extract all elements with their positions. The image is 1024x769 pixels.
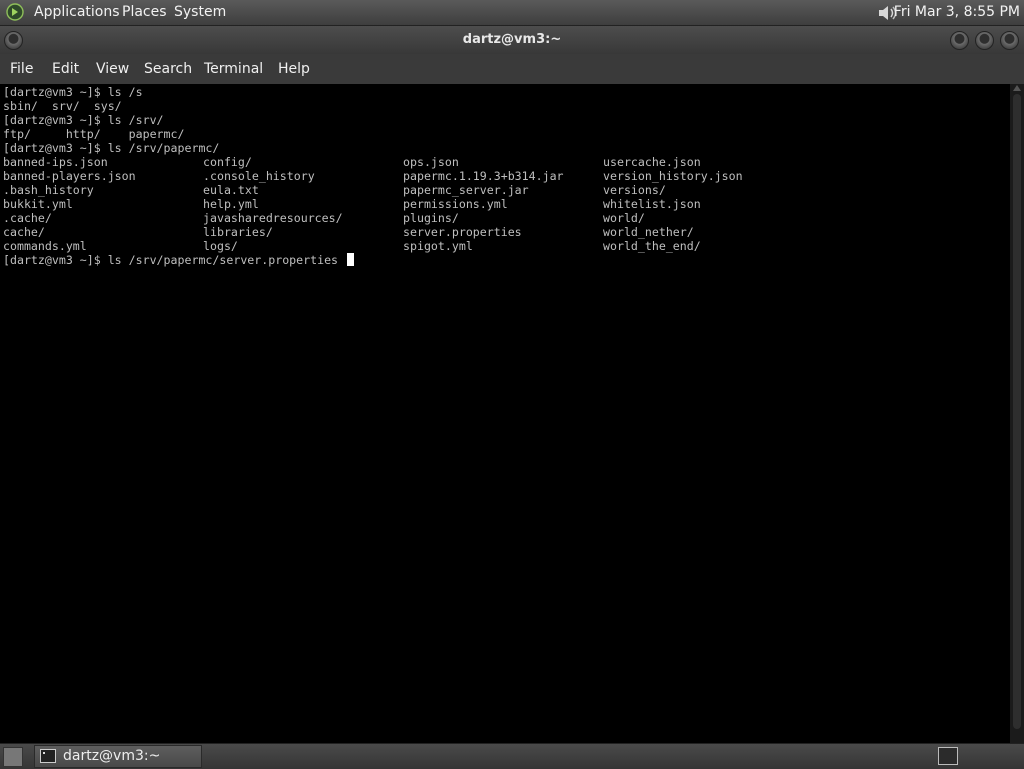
listing-entry: world/ <box>603 211 645 225</box>
listing-entry: spigot.yml <box>403 239 473 253</box>
listing-entry: banned-ips.json <box>3 155 108 169</box>
listing-entry: .bash_history <box>3 183 94 197</box>
listing-entry: world_the_end/ <box>603 239 701 253</box>
top-panel: Applications Places System Fri Mar 3, 8:… <box>0 0 1024 26</box>
listing-entry: version_history.json <box>603 169 743 183</box>
menu-edit[interactable]: Edit <box>52 61 79 77</box>
terminal-line: [dartz@vm3 ~]$ ls /s <box>3 85 143 99</box>
terminal-line: [dartz@vm3 ~]$ ls /srv/papermc/ <box>3 141 220 155</box>
menu-search[interactable]: Search <box>144 61 192 77</box>
listing-entry: eula.txt <box>203 183 259 197</box>
show-desktop-icon[interactable] <box>3 747 23 767</box>
menu-view[interactable]: View <box>96 61 129 77</box>
terminal-line: [dartz@vm3 ~]$ ls /srv/ <box>3 113 164 127</box>
panel-clock[interactable]: Fri Mar 3, 8:55 PM <box>894 4 1020 20</box>
listing-entry: logs/ <box>203 239 238 253</box>
listing-entry: javasharedresources/ <box>203 211 343 225</box>
menu-terminal[interactable]: Terminal <box>204 61 263 77</box>
listing-entry: banned-players.json <box>3 169 136 183</box>
scroll-up-arrow-icon[interactable] <box>1013 85 1021 91</box>
minimize-button[interactable] <box>950 31 969 50</box>
workspace-switcher-icon[interactable] <box>938 747 958 765</box>
terminal-area[interactable]: [dartz@vm3 ~]$ ls /s sbin/ srv/ sys/ [da… <box>0 84 1010 743</box>
listing-entry: config/ <box>203 155 252 169</box>
menu-file[interactable]: File <box>10 61 33 77</box>
menu-system[interactable]: System <box>174 4 226 20</box>
listing-entry: .cache/ <box>3 211 52 225</box>
scrollbar-thumb[interactable] <box>1013 94 1021 729</box>
taskbar-window-button[interactable]: dartz@vm3:~ <box>34 745 202 768</box>
listing-entry: .console_history <box>203 169 315 183</box>
terminal-line: ftp/ http/ papermc/ <box>3 127 185 141</box>
listing-entry: server.properties <box>403 225 522 239</box>
current-prompt-line[interactable]: [dartz@vm3 ~]$ ls /srv/papermc/server.pr… <box>3 253 355 267</box>
distro-logo-icon[interactable] <box>6 3 24 21</box>
listing-entry: ops.json <box>403 155 459 169</box>
listing-entry: usercache.json <box>603 155 701 169</box>
window-title: dartz@vm3:~ <box>462 32 562 47</box>
listing-entry: versions/ <box>603 183 666 197</box>
terminal-line: sbin/ srv/ sys/ <box>3 99 122 113</box>
listing-entry: papermc.1.19.3+b314.jar <box>403 169 564 183</box>
listing-entry: help.yml <box>203 197 259 211</box>
listing-entry: world_nether/ <box>603 225 694 239</box>
listing-entry: papermc_server.jar <box>403 183 529 197</box>
listing-entry: permissions.yml <box>403 197 508 211</box>
listing-entry: commands.yml <box>3 239 87 253</box>
listing-entry: plugins/ <box>403 211 459 225</box>
text-cursor <box>347 253 355 266</box>
close-button[interactable] <box>1000 31 1019 50</box>
terminal-icon <box>40 749 56 763</box>
listing-entry: whitelist.json <box>603 197 701 211</box>
terminal-scrollbar[interactable] <box>1010 84 1024 743</box>
window-titlebar[interactable]: dartz@vm3:~ <box>0 26 1024 54</box>
listing-entry: libraries/ <box>203 225 273 239</box>
listing-entry: cache/ <box>3 225 45 239</box>
current-prompt: [dartz@vm3 ~]$ ls /srv/papermc/server.pr… <box>3 253 346 267</box>
menu-applications[interactable]: Applications <box>34 4 120 20</box>
menubar: File Edit View Search Terminal Help <box>0 54 1024 84</box>
menu-help[interactable]: Help <box>278 61 310 77</box>
maximize-button[interactable] <box>975 31 994 50</box>
taskbar-window-label: dartz@vm3:~ <box>63 748 161 764</box>
bottom-panel: dartz@vm3:~ <box>0 743 1024 769</box>
listing-entry: bukkit.yml <box>3 197 73 211</box>
menu-places[interactable]: Places <box>122 4 167 20</box>
